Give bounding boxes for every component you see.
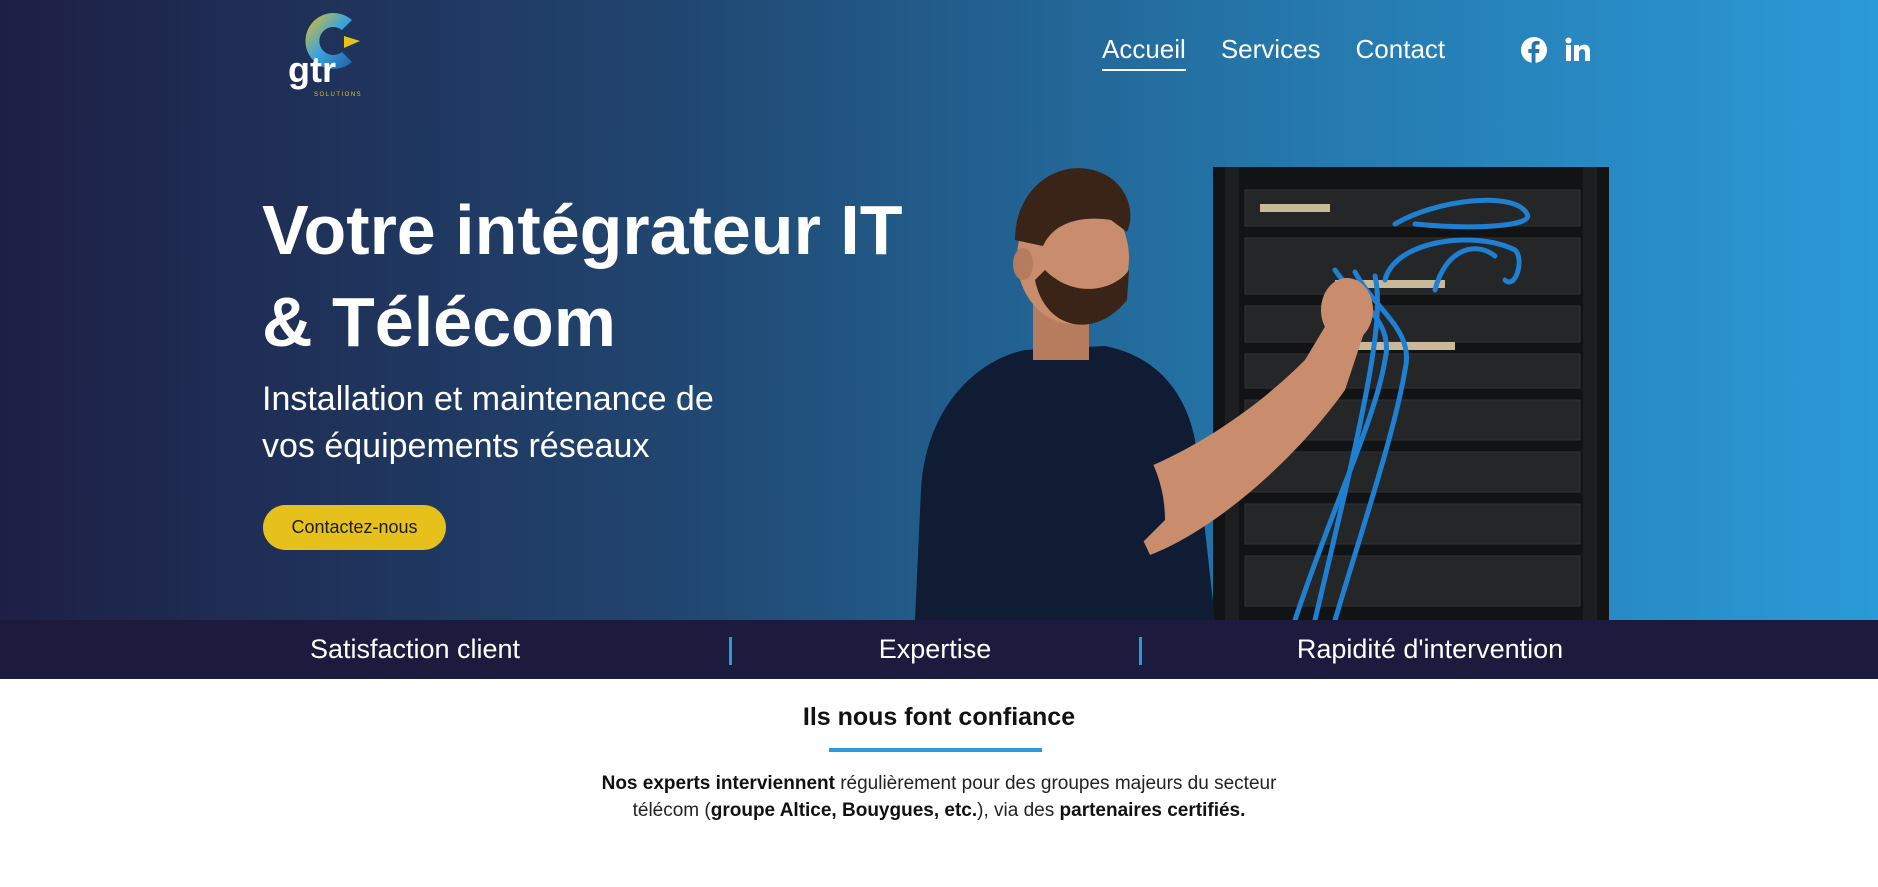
hero-section: gtr SOLUTIONS Accueil Services Contact V… — [0, 0, 1878, 620]
hero-subtitle: Installation et maintenance de vos équip… — [262, 376, 822, 470]
hero-subtitle-line1: Installation et maintenance de — [262, 380, 714, 418]
trust-title-underline — [829, 748, 1042, 752]
value-expertise: Expertise — [878, 634, 992, 664]
trust-description: Nos experts interviennent régulièrement … — [569, 770, 1309, 824]
logo-subtext: SOLUTIONS — [314, 92, 362, 98]
facebook-icon[interactable] — [1520, 36, 1548, 64]
main-nav: Accueil Services Contact — [1102, 34, 1445, 71]
nav-services[interactable]: Services — [1221, 34, 1321, 71]
trust-text-4: ), via des — [977, 800, 1060, 821]
logo-text: gtr — [288, 49, 336, 90]
hero-title-line2: & Télécom — [262, 283, 616, 361]
hero-title-line1: Votre intégrateur IT — [262, 191, 903, 269]
hero-subtitle-line2: vos équipements réseaux — [262, 427, 650, 465]
contact-us-button[interactable]: Contactez-nous — [263, 505, 446, 550]
values-bar: Satisfaction client Expertise Rapidité d… — [0, 620, 1878, 679]
hero-title: Votre intégrateur IT & Télécom — [262, 184, 922, 368]
trust-text-bold-3: partenaires certifiés. — [1059, 800, 1246, 821]
values-divider — [1139, 637, 1142, 665]
values-divider — [729, 637, 732, 665]
trust-text-bold-1: Nos experts interviennent — [601, 773, 835, 794]
trust-text-bold-2: groupe Altice, Bouygues, etc. — [710, 800, 978, 821]
brand-logo[interactable]: gtr SOLUTIONS — [284, 6, 376, 98]
value-satisfaction: Satisfaction client — [309, 634, 521, 664]
nav-contact[interactable]: Contact — [1356, 34, 1446, 71]
linkedin-icon[interactable] — [1564, 36, 1592, 64]
value-rapidity: Rapidité d'intervention — [1296, 634, 1564, 664]
nav-accueil[interactable]: Accueil — [1102, 34, 1186, 71]
hero-image-technician-server-rack — [915, 167, 1609, 620]
trust-title: Ils nous font confiance — [802, 703, 1076, 731]
